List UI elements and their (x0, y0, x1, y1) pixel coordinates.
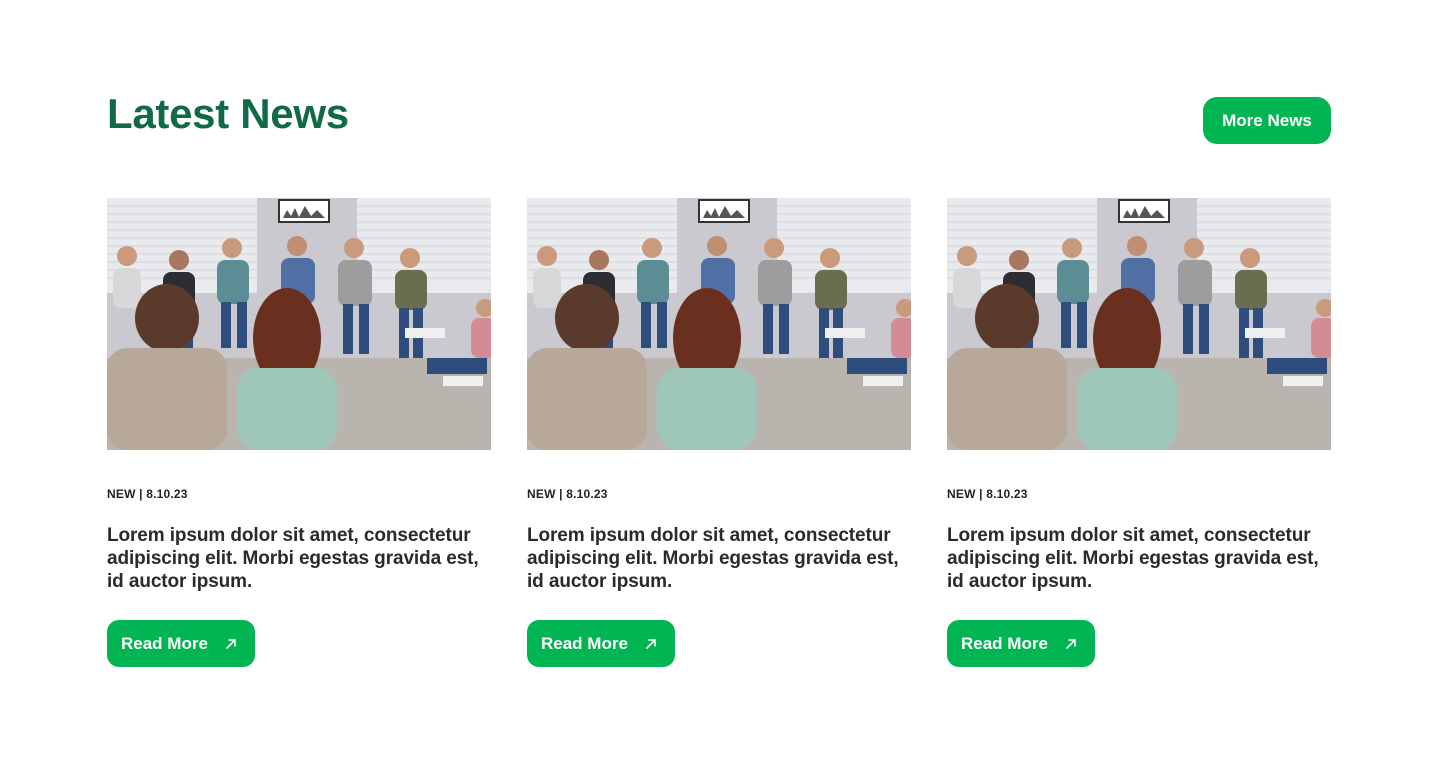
section-title: Latest News (107, 90, 349, 137)
news-card: NEW | 8.10.23 Lorem ipsum dolor sit amet… (947, 198, 1331, 667)
news-photo[interactable] (527, 198, 911, 450)
arrow-up-right-icon (1064, 637, 1078, 651)
more-news-button[interactable]: More News (1203, 97, 1331, 144)
read-more-label: Read More (121, 633, 208, 653)
article-meta: NEW | 8.10.23 (947, 487, 1028, 501)
article-meta: NEW | 8.10.23 (107, 487, 188, 501)
news-card: NEW | 8.10.23 Lorem ipsum dolor sit amet… (527, 198, 911, 667)
article-headline: Lorem ipsum dolor sit amet, consectetur … (527, 525, 899, 592)
news-card: NEW | 8.10.23 Lorem ipsum dolor sit amet… (107, 198, 491, 667)
arrow-up-right-icon (224, 637, 238, 651)
arrow-up-right-icon (644, 637, 658, 651)
article-meta: NEW | 8.10.23 (527, 487, 608, 501)
article-headline: Lorem ipsum dolor sit amet, consectetur … (947, 525, 1319, 592)
read-more-button[interactable]: Read More (947, 620, 1095, 667)
article-headline: Lorem ipsum dolor sit amet, consectetur … (107, 525, 479, 592)
read-more-label: Read More (541, 633, 628, 653)
read-more-label: Read More (961, 633, 1048, 653)
read-more-button[interactable]: Read More (107, 620, 255, 667)
news-photo[interactable] (947, 198, 1331, 450)
news-photo[interactable] (107, 198, 491, 450)
read-more-button[interactable]: Read More (527, 620, 675, 667)
